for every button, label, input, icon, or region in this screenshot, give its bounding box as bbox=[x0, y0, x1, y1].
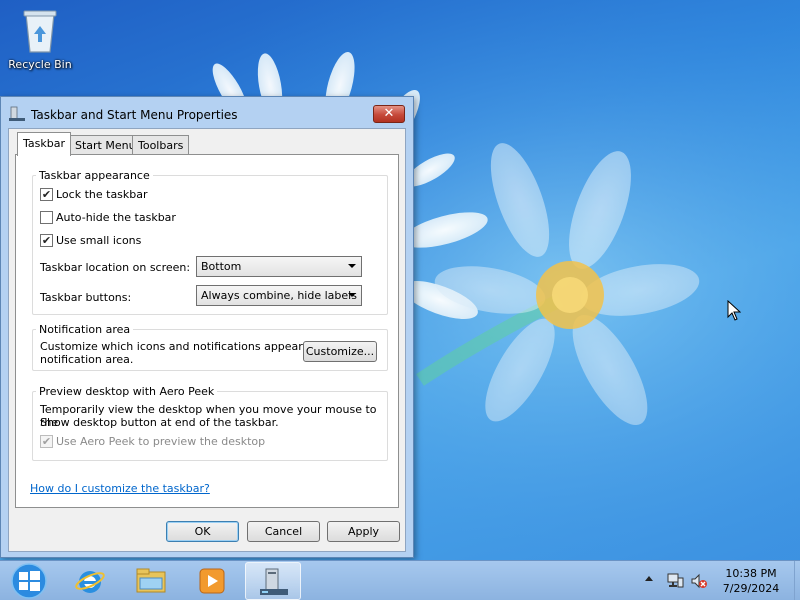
lock-taskbar-label: Lock the taskbar bbox=[56, 188, 148, 201]
location-select-value: Bottom bbox=[201, 260, 242, 273]
desktop-icon-label: Recycle Bin bbox=[8, 58, 72, 71]
buttons-label: Taskbar buttons: bbox=[40, 291, 132, 304]
tab-panel-taskbar: Taskbar appearance ✔ Lock the taskbar Au… bbox=[15, 154, 399, 508]
clock-date: 7/29/2024 bbox=[722, 582, 780, 595]
notification-desc-line1: Customize which icons and notifications … bbox=[40, 340, 338, 353]
taskbar-item-internet-explorer[interactable] bbox=[62, 562, 118, 600]
show-desktop-button[interactable] bbox=[794, 561, 800, 600]
lock-taskbar-checkbox[interactable]: ✔ bbox=[40, 188, 53, 201]
taskbar-item-file-explorer[interactable] bbox=[123, 562, 179, 600]
lock-taskbar-option[interactable]: ✔ Lock the taskbar bbox=[40, 188, 148, 201]
peek-desc-line2: Show desktop button at end of the taskba… bbox=[40, 416, 279, 429]
ok-button[interactable]: OK bbox=[166, 521, 239, 542]
buttons-select[interactable]: Always combine, hide labels bbox=[196, 285, 362, 306]
taskbar-properties-icon bbox=[9, 106, 25, 121]
start-button[interactable] bbox=[2, 562, 56, 600]
tab-start-menu[interactable]: Start Menu bbox=[69, 135, 142, 155]
file-explorer-icon bbox=[136, 568, 166, 593]
autohide-option[interactable]: Auto-hide the taskbar bbox=[40, 211, 176, 224]
taskbar-properties-icon bbox=[260, 568, 288, 595]
apply-button[interactable]: Apply bbox=[327, 521, 400, 542]
buttons-select-value: Always combine, hide labels bbox=[201, 289, 357, 302]
dialog-client: Taskbar Start Menu Toolbars Taskbar appe… bbox=[8, 128, 406, 552]
tab-taskbar[interactable]: Taskbar bbox=[17, 132, 71, 156]
help-link[interactable]: How do I customize the taskbar? bbox=[30, 482, 210, 495]
location-label: Taskbar location on screen: bbox=[40, 261, 191, 274]
desktop-icon-recycle-bin[interactable]: Recycle Bin bbox=[4, 6, 76, 71]
aero-peek-checkbox: ✔ bbox=[40, 435, 53, 448]
taskbar-item-media-player[interactable] bbox=[184, 562, 240, 600]
taskbar-item-properties[interactable] bbox=[245, 562, 301, 600]
group-taskbar-appearance: Taskbar appearance ✔ Lock the taskbar Au… bbox=[32, 169, 388, 315]
show-hidden-icons-icon[interactable] bbox=[644, 574, 654, 584]
properties-window: Taskbar and Start Menu Properties ✕ Task… bbox=[0, 96, 414, 558]
title-bar[interactable]: Taskbar and Start Menu Properties ✕ bbox=[1, 97, 413, 129]
aero-peek-label: Use Aero Peek to preview the desktop bbox=[56, 435, 266, 448]
windows-logo-icon bbox=[11, 563, 47, 599]
clock-time: 10:38 PM bbox=[725, 567, 777, 580]
group-title: Taskbar appearance bbox=[36, 169, 153, 182]
notification-desc-line2: notification area. bbox=[40, 353, 134, 366]
customize-button[interactable]: Customize... bbox=[303, 341, 377, 362]
media-player-icon bbox=[199, 568, 225, 594]
window-title: Taskbar and Start Menu Properties bbox=[31, 108, 238, 122]
group-title: Notification area bbox=[36, 323, 134, 336]
autohide-label: Auto-hide the taskbar bbox=[56, 211, 176, 224]
group-title: Preview desktop with Aero Peek bbox=[36, 385, 218, 398]
small-icons-label: Use small icons bbox=[56, 234, 142, 247]
internet-explorer-icon bbox=[75, 571, 105, 593]
taskbar: 10:38 PM 7/29/2024 bbox=[0, 560, 800, 600]
small-icons-checkbox[interactable]: ✔ bbox=[40, 234, 53, 247]
network-icon[interactable] bbox=[666, 572, 684, 590]
system-clock[interactable]: 10:38 PM 7/29/2024 bbox=[716, 566, 786, 596]
group-notification-area: Notification area Customize which icons … bbox=[32, 323, 388, 371]
recycle-bin-icon bbox=[23, 10, 57, 53]
group-aero-peek: Preview desktop with Aero Peek Temporari… bbox=[32, 385, 388, 461]
close-button[interactable]: ✕ bbox=[373, 105, 405, 123]
aero-peek-option: ✔ Use Aero Peek to preview the desktop bbox=[40, 435, 265, 448]
autohide-checkbox[interactable] bbox=[40, 211, 53, 224]
tab-toolbars[interactable]: Toolbars bbox=[132, 135, 190, 155]
location-select[interactable]: Bottom bbox=[196, 256, 362, 277]
chevron-down-icon bbox=[348, 264, 356, 268]
volume-muted-icon[interactable] bbox=[690, 572, 708, 590]
chevron-down-icon bbox=[348, 293, 356, 297]
cancel-button[interactable]: Cancel bbox=[247, 521, 320, 542]
small-icons-option[interactable]: ✔ Use small icons bbox=[40, 234, 141, 247]
mouse-cursor-icon bbox=[727, 300, 741, 321]
